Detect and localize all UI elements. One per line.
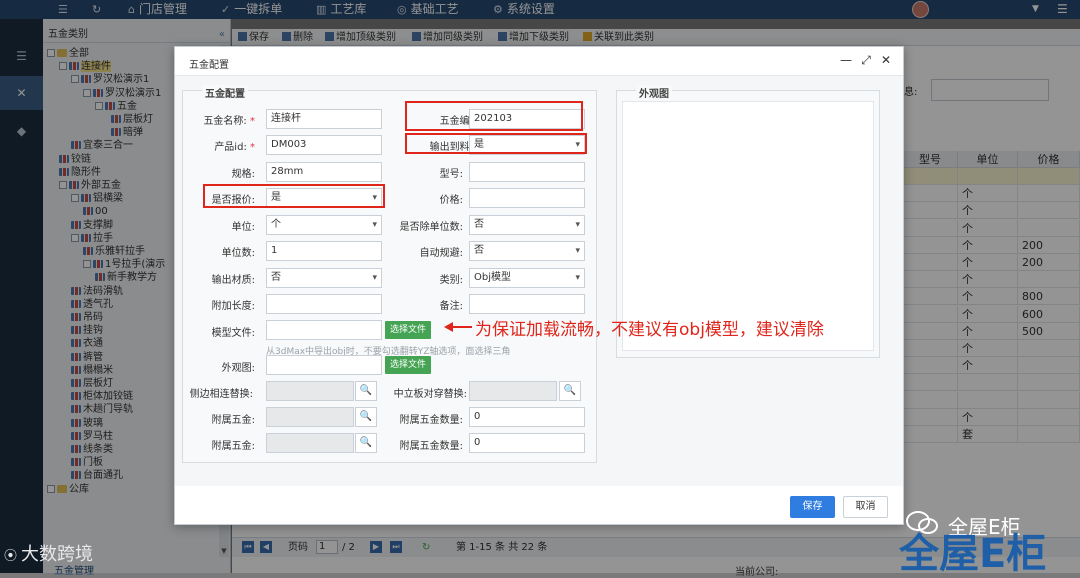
spec-input[interactable]: 28mm bbox=[266, 162, 382, 182]
appearance-title: 外观图 bbox=[636, 85, 672, 100]
side-replace-input[interactable] bbox=[266, 381, 354, 401]
minimize-icon[interactable]: — bbox=[839, 53, 853, 67]
watermark-brand-logo: 全屋E柜 bbox=[898, 531, 1046, 573]
attached-qty-input-2[interactable]: 0 bbox=[469, 433, 585, 453]
model-file-select-button[interactable]: 选择文件 bbox=[385, 321, 432, 339]
attached-qty-label: 附属五金数量: bbox=[399, 415, 463, 426]
category-label: 类别: bbox=[439, 275, 463, 286]
watermark-brand-text: 全屋E柜 bbox=[898, 531, 1046, 573]
attached-qty-input[interactable]: 0 bbox=[469, 407, 585, 427]
output-material-label: 输出材质: bbox=[211, 275, 255, 286]
auto-avoid-label: 自动规避: bbox=[419, 248, 463, 259]
cancel-button[interactable]: 取消 bbox=[843, 496, 888, 518]
divide-unit-select[interactable]: 否 bbox=[469, 215, 585, 235]
product-id-label: 产品id: * bbox=[214, 142, 255, 153]
appearance-label: 外观图: bbox=[221, 363, 255, 374]
product-id-input[interactable]: DM003 bbox=[266, 135, 382, 155]
mid-replace-label: 中立板对穿替换: bbox=[393, 389, 467, 400]
unit-label: 单位: bbox=[231, 222, 255, 233]
remark-label: 备注: bbox=[439, 301, 463, 312]
side-replace-label: 侧边相连替换: bbox=[189, 389, 253, 400]
category-select[interactable]: Obj模型 bbox=[469, 268, 585, 288]
model-file-label: 模型文件: bbox=[211, 328, 255, 339]
watermark-logo-icon: ⦿ bbox=[4, 549, 18, 564]
model-label: 型号: bbox=[439, 169, 463, 180]
annotation-arrow-line bbox=[452, 326, 472, 328]
maximize-icon[interactable]: ⤢ bbox=[859, 53, 873, 67]
attached-hardware-input[interactable] bbox=[266, 407, 354, 427]
dialog-title: 五金配置 bbox=[189, 60, 229, 71]
attached-hardware-input-2[interactable] bbox=[266, 433, 354, 453]
price-label: 价格: bbox=[439, 195, 463, 206]
price-input[interactable] bbox=[469, 188, 585, 208]
name-label: 五金名称: * bbox=[203, 116, 255, 127]
extra-length-input[interactable] bbox=[266, 294, 382, 314]
remark-textarea[interactable] bbox=[469, 294, 585, 314]
attached-qty-label-2: 附属五金数量: bbox=[399, 441, 463, 452]
hardware-name-input[interactable]: 连接杆 bbox=[266, 109, 382, 129]
highlight-output bbox=[405, 133, 587, 154]
attached-hardware-label-2: 附属五金: bbox=[211, 441, 255, 452]
mid-replace-input[interactable] bbox=[469, 381, 557, 401]
auto-avoid-select[interactable]: 否 bbox=[469, 241, 585, 261]
close-icon[interactable]: ✕ bbox=[879, 53, 893, 67]
extra-length-label: 附加长度: bbox=[211, 301, 255, 312]
highlight-code bbox=[405, 101, 583, 131]
unit-count-input[interactable]: 1 bbox=[266, 241, 382, 261]
model-file-input[interactable] bbox=[266, 320, 382, 340]
save-button[interactable]: 保存 bbox=[790, 496, 835, 518]
output-material-select[interactable]: 否 bbox=[266, 268, 382, 288]
appearance-preview bbox=[622, 101, 874, 351]
search-icon[interactable]: 🔍 bbox=[355, 381, 377, 401]
annotation-text: 为保证加载流畅，不建议有obj模型，建议清除 bbox=[475, 320, 824, 340]
model-input[interactable] bbox=[469, 162, 585, 182]
unit-select[interactable]: 个 bbox=[266, 215, 382, 235]
hardware-config-dialog: 五金配置 — ⤢ ✕ 五金配置 外观图 五金名称: * 连接杆 五金编码: 20… bbox=[174, 46, 904, 525]
watermark-left: ⦿ 大数跨境 bbox=[4, 544, 94, 565]
unit-count-label: 单位数: bbox=[221, 248, 255, 259]
appearance-select-button[interactable]: 选择文件 bbox=[385, 356, 432, 374]
appearance-input[interactable] bbox=[266, 355, 382, 375]
attached-hardware-label: 附属五金: bbox=[211, 415, 255, 426]
highlight-quote bbox=[203, 184, 385, 208]
divide-unit-label: 是否除单位数: bbox=[399, 222, 463, 233]
fieldset-title: 五金配置 bbox=[202, 85, 248, 100]
spec-label: 规格: bbox=[231, 169, 255, 180]
search-icon[interactable]: 🔍 bbox=[559, 381, 581, 401]
